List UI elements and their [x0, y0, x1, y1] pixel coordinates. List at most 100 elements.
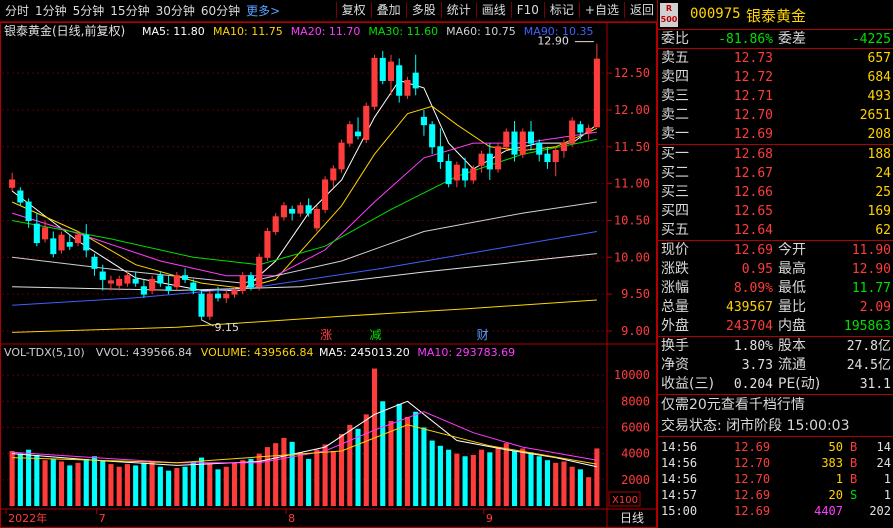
candle: [536, 139, 543, 162]
volume-bar: [553, 462, 559, 506]
stats-value2: 11.90: [851, 243, 891, 258]
r-badge[interactable]: R 500: [660, 3, 678, 27]
tool-5[interactable]: F10: [514, 0, 542, 20]
kline-chart[interactable]: 12.50 12.00 11.50 11.00 10.50 10.00 9.50 9.00 10…: [0, 22, 657, 528]
promo-text[interactable]: 仅需20元查看千档行情: [661, 395, 805, 416]
stats2-label: 收益(三): [661, 376, 714, 392]
vol-unit: X100: [612, 495, 638, 506]
bids-row[interactable]: 买一 12.68 188: [658, 145, 893, 164]
volume-bar: [100, 460, 106, 506]
stats-label: 外盘: [661, 318, 689, 334]
asks-row[interactable]: 卖三 12.71 493: [658, 87, 893, 106]
period-1[interactable]: 1分钟: [32, 1, 70, 21]
candle: [17, 187, 24, 206]
vol-ma-line-1: [12, 411, 597, 464]
bids-row[interactable]: 买四 12.65 169: [658, 202, 893, 221]
candle-body: [9, 179, 16, 188]
period-4[interactable]: 30分钟: [153, 1, 198, 21]
candle-body: [462, 168, 469, 181]
stats2-label: 净资: [661, 357, 689, 373]
candle: [297, 202, 304, 217]
x-axis-label: 8: [288, 512, 295, 525]
period-0[interactable]: 分时: [2, 1, 32, 21]
candle-body: [280, 205, 287, 218]
candle-body: [363, 105, 370, 140]
period-6[interactable]: 更多>: [243, 1, 283, 21]
candle-body: [198, 293, 205, 317]
ma-line-5: [12, 231, 597, 306]
period-3[interactable]: 15分钟: [107, 1, 152, 21]
candle-body: [593, 58, 600, 128]
volume-bar: [544, 460, 551, 506]
tick-time: 15:00: [661, 504, 698, 518]
tool-0[interactable]: 复权: [339, 0, 369, 20]
weibi-row: 委比 -81.86% 委差 -4225: [658, 30, 893, 49]
stats-label2: 今开: [778, 242, 806, 258]
bids-row[interactable]: 买三 12.66 25: [658, 183, 893, 202]
candle-body: [519, 131, 526, 155]
candle-body: [264, 231, 271, 258]
candle-body: [50, 238, 57, 255]
toolbar-divider: [510, 2, 512, 18]
tool-7[interactable]: +自选: [582, 0, 622, 20]
candle-body: [247, 275, 255, 288]
tool-6[interactable]: 标记: [547, 0, 577, 20]
vol-label-4: MA10: 293783.69: [417, 346, 515, 359]
vol-tick-label: 6000: [621, 420, 650, 434]
tick-list[interactable]: 14:56 12.69 50 B 14 14:56 12.70 383 B 24 14:56 12.7…: [658, 437, 893, 519]
ma-line-2: [11, 131, 597, 277]
tool-2[interactable]: 多股: [409, 0, 439, 20]
candle: [330, 165, 337, 188]
candle: [289, 205, 296, 221]
candle-body: [536, 142, 543, 155]
candle: [354, 117, 362, 140]
tool-3[interactable]: 统计: [444, 0, 474, 20]
tool-1[interactable]: 叠加: [374, 0, 404, 20]
asks-row[interactable]: 卖五 12.73 657: [658, 49, 893, 68]
promo-row[interactable]: 仅需20元查看千档行情: [658, 395, 893, 416]
candle: [420, 109, 427, 136]
asks-row[interactable]: 卖二 12.70 2651: [658, 106, 893, 125]
stats2-label2: 股本: [778, 338, 806, 354]
candle-body: [223, 293, 230, 299]
candle-body: [206, 293, 213, 317]
x-axis-label: 7: [99, 512, 106, 525]
tick-row[interactable]: 14:56 12.70 383 B 24: [658, 455, 893, 471]
event-marker-0[interactable]: 涨: [320, 327, 332, 342]
asks-row[interactable]: 卖一 12.69 208: [658, 125, 893, 144]
vol-tick-label: 10000: [614, 368, 650, 382]
event-marker-1[interactable]: 减: [370, 328, 382, 342]
candle: [264, 227, 271, 261]
bids-row[interactable]: 买五 12.64 62: [658, 221, 893, 240]
candle-body: [429, 124, 436, 148]
candle-body: [569, 120, 576, 144]
bids-volume: 62: [875, 223, 891, 238]
bids-volume: 24: [875, 166, 891, 181]
tick-row[interactable]: 14:57 12.69 20 S 1: [658, 487, 893, 503]
vol-tick-label: 8000: [621, 394, 650, 408]
stats-value2: 2.09: [859, 300, 891, 315]
tick-price: 12.69: [734, 488, 771, 502]
tick-row[interactable]: 15:00 12.69 4407 202: [658, 503, 893, 519]
asks-row[interactable]: 卖四 12.72 684: [658, 68, 893, 87]
volume-bar: [454, 453, 460, 506]
volume-bar: [149, 461, 155, 506]
bids-row[interactable]: 买二 12.67 24: [658, 164, 893, 183]
volume-bar: [157, 466, 163, 506]
period-indicator[interactable]: 日线: [620, 511, 644, 525]
toolbar-divider: [578, 2, 580, 18]
tool-8[interactable]: 返回: [627, 0, 657, 20]
asks-label: 卖三: [661, 88, 689, 104]
period-2[interactable]: 5分钟: [70, 1, 108, 21]
stats-label: 总量: [661, 299, 689, 315]
tool-4[interactable]: 画线: [479, 0, 509, 20]
candle-body: [83, 234, 90, 251]
vol-tick-label: 4000: [621, 447, 650, 461]
period-5[interactable]: 60分钟: [198, 1, 243, 21]
event-marker-2[interactable]: 财: [477, 328, 489, 342]
tick-row[interactable]: 14:56 12.69 50 B 14: [658, 439, 893, 455]
tick-row[interactable]: 14:56 12.70 1 B 1: [658, 471, 893, 487]
bids-volume: 169: [867, 204, 891, 219]
candle: [387, 54, 395, 96]
candle-body: [511, 131, 518, 155]
